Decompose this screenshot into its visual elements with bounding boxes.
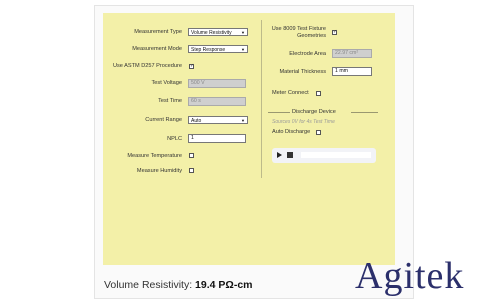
fixture-label: Use 8009 Test Fixture Geometries — [268, 26, 326, 40]
discharge-title: Discharge Device — [292, 109, 336, 115]
play-icon[interactable] — [277, 152, 282, 158]
material-thickness-input[interactable]: 1 mm — [332, 67, 372, 76]
measurement-type-select[interactable]: Volume Resistivity ▼ — [188, 28, 248, 36]
test-voltage-input[interactable]: 500 V — [188, 79, 246, 88]
discharge-rule-left — [268, 112, 290, 113]
fixture-label-line2: Geometries — [297, 33, 326, 39]
chevron-down-icon: ▼ — [241, 47, 245, 52]
measure-temperature-label: Measure Temperature — [127, 153, 182, 159]
auto-discharge-checkbox[interactable] — [316, 130, 321, 135]
measurement-type-label: Measurement Type — [134, 29, 182, 35]
measure-humidity-checkbox[interactable] — [189, 168, 194, 173]
auto-discharge-label: Auto Discharge — [272, 129, 311, 135]
test-time-input[interactable]: 60 s — [188, 97, 246, 106]
chevron-down-icon: ▼ — [241, 30, 245, 35]
result-value: 19.4 PΩ-cm — [195, 279, 253, 291]
measurement-mode-label: Measurement Mode — [132, 46, 182, 52]
measure-humidity-label: Measure Humidity — [136, 168, 182, 174]
meter-connect-checkbox[interactable] — [316, 91, 321, 96]
current-range-value: Auto — [191, 118, 202, 124]
nplc-label: NPLC — [167, 136, 182, 142]
measure-temperature-checkbox[interactable] — [189, 153, 194, 158]
result-label: Volume Resistivity: — [104, 279, 193, 291]
result-line: Volume Resistivity: 19.4 PΩ-cm — [104, 279, 253, 291]
nplc-input[interactable]: 1 — [188, 134, 246, 143]
measurement-mode-value: Step Response — [191, 47, 226, 53]
audio-player — [272, 148, 376, 163]
discharge-note: Sources 0V for 4s Test Time — [272, 119, 335, 125]
current-range-label: Current Range — [145, 117, 182, 123]
stop-icon[interactable] — [287, 152, 293, 158]
astm-checkbox[interactable]: ✓ — [189, 64, 194, 69]
meter-connect-label: Meter Connect — [272, 90, 309, 96]
test-voltage-label: Test Voltage — [151, 80, 182, 86]
chevron-down-icon: ▼ — [241, 118, 245, 123]
discharge-rule-right — [351, 112, 378, 113]
current-range-select[interactable]: Auto ▼ — [188, 116, 248, 124]
electrode-area-label: Electrode Area — [289, 51, 326, 57]
test-time-label: Test Time — [158, 98, 182, 104]
column-divider — [261, 20, 262, 178]
measurement-type-value: Volume Resistivity — [191, 30, 232, 36]
fixture-label-line1: Use 8009 Test Fixture — [271, 26, 326, 32]
brand-logo: Agitek — [355, 255, 465, 297]
progress-track[interactable] — [301, 152, 371, 158]
electrode-area-input[interactable]: 22.97 cm² — [332, 49, 372, 58]
fixture-checkbox[interactable]: ✓ — [332, 30, 337, 35]
astm-label: Use ASTM D257 Procedure — [112, 63, 182, 69]
measurement-mode-select[interactable]: Step Response ▼ — [188, 45, 248, 53]
material-thickness-label: Material Thickness — [279, 69, 326, 75]
